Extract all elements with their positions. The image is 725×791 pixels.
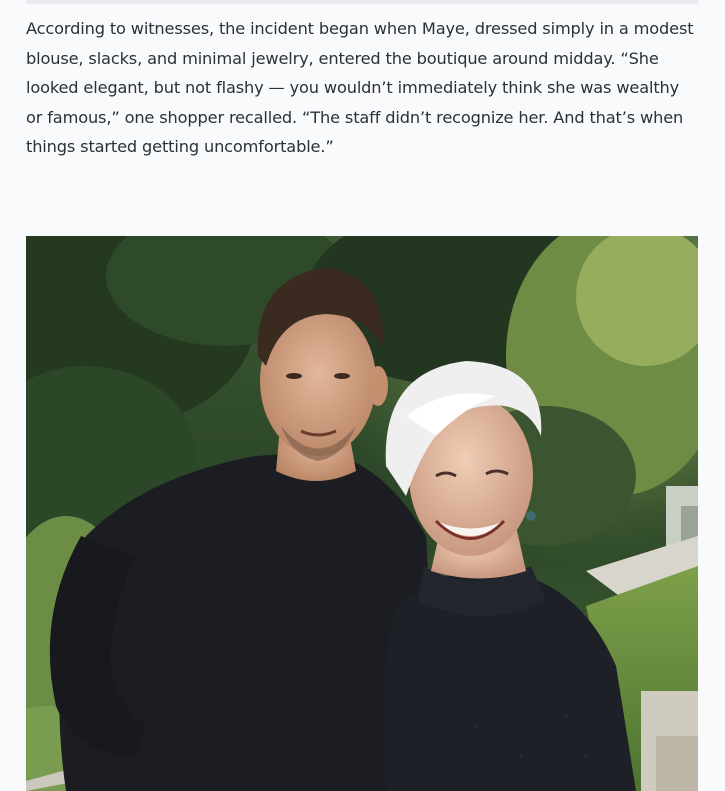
top-divider: [26, 0, 698, 4]
page-margin-right: [698, 236, 725, 791]
article-photo: [26, 236, 698, 791]
photo-illustration: [26, 236, 698, 791]
article-paragraph: According to witnesses, the incident beg…: [26, 19, 694, 156]
